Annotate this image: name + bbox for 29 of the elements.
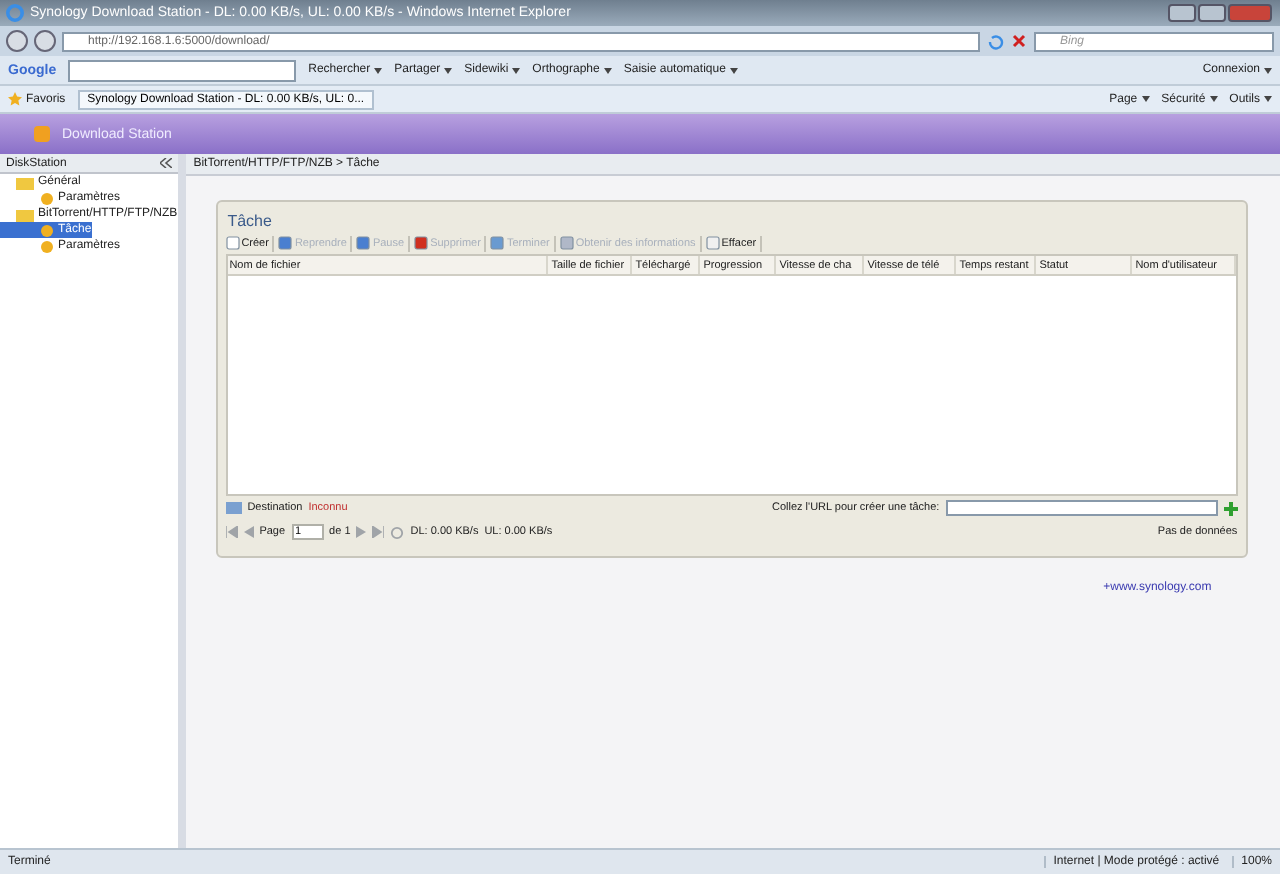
previous-page-icon[interactable]	[243, 526, 254, 538]
close-icon[interactable]	[1010, 32, 1028, 50]
next-page-icon[interactable]	[356, 526, 367, 538]
caret-icon	[729, 67, 738, 73]
browser-logo-icon	[6, 4, 24, 22]
caret-icon	[512, 67, 521, 73]
caret-icon	[1264, 96, 1272, 102]
toolbar-search-field[interactable]	[68, 59, 297, 81]
refresh-icon[interactable]	[986, 32, 1004, 50]
caret-icon	[1141, 96, 1150, 102]
refresh-icon[interactable]	[390, 525, 405, 539]
first-page-icon[interactable]	[225, 526, 238, 538]
forward-button[interactable]	[34, 30, 56, 52]
back-button[interactable]	[6, 30, 28, 52]
collapse-icon[interactable]	[159, 158, 172, 168]
url-input[interactable]	[945, 500, 1218, 516]
star-icon	[8, 92, 22, 106]
caret-icon	[444, 67, 453, 73]
panel-title: Tâche	[225, 209, 274, 232]
add-icon[interactable]	[1223, 501, 1238, 515]
caret-icon	[374, 67, 383, 73]
maximize-button[interactable]	[1198, 4, 1226, 22]
minimize-button[interactable]	[1168, 4, 1196, 22]
caret-icon	[1209, 96, 1218, 102]
caret-icon	[1264, 67, 1272, 73]
folder-icon	[225, 500, 242, 516]
app-logo-icon	[32, 124, 52, 144]
caret-icon	[603, 67, 612, 73]
last-page-icon[interactable]	[372, 526, 385, 538]
